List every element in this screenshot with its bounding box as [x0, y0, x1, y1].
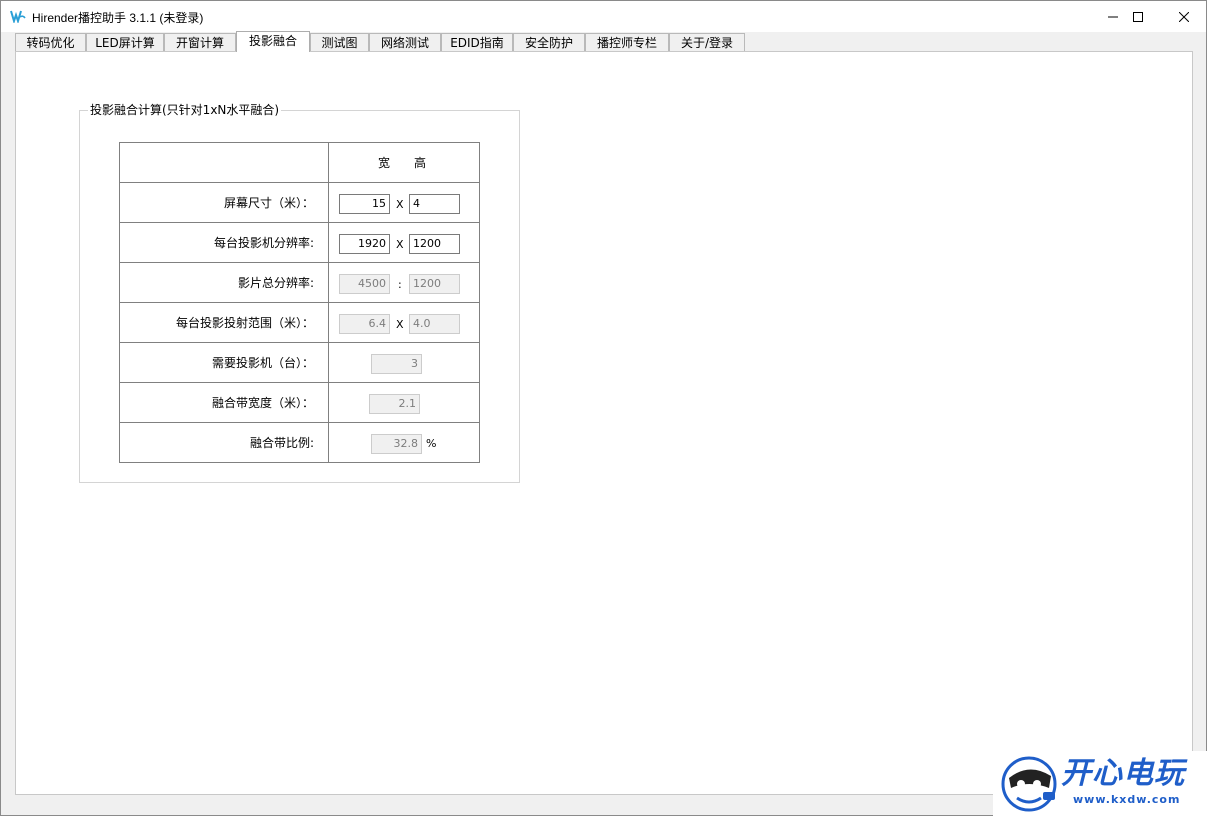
total-res-height-output: 1200 — [409, 274, 460, 294]
separator: X — [396, 318, 404, 331]
label-screen-size: 屏幕尺寸（米）： — [223, 196, 314, 210]
tab-projection-blend[interactable]: 投影融合 — [236, 31, 310, 52]
label-projector-resolution: 每台投影机分辨率: — [213, 236, 314, 250]
title-bar[interactable]: Hirender播控助手 3.1.1 (未登录) — [1, 1, 1206, 32]
label-total-resolution: 影片总分辨率: — [237, 276, 314, 290]
projector-res-width-input[interactable]: 1920 — [339, 234, 390, 254]
percent-unit: % — [426, 437, 437, 450]
row-divider — [120, 182, 479, 183]
label-projection-range: 每台投影投射范围（米）： — [175, 316, 314, 330]
mascot-logo-icon — [1001, 756, 1057, 812]
hirender-app-icon — [10, 10, 26, 23]
close-button[interactable] — [1161, 1, 1207, 32]
watermark-title: 开心电玩 — [1061, 756, 1185, 791]
label-blend-width: 融合带宽度（米）： — [211, 396, 314, 410]
screen-width-input[interactable]: 15 — [339, 194, 390, 214]
tab-security[interactable]: 安全防护 — [513, 33, 585, 52]
label-blend-ratio: 融合带比例: — [249, 436, 314, 450]
site-watermark: 开心电玩 www.kxdw.com — [993, 751, 1207, 816]
label-projector-count: 需要投影机（台）： — [211, 356, 314, 370]
tab-edid-guide[interactable]: EDID指南 — [441, 33, 513, 52]
range-height-output: 4.0 — [409, 314, 460, 334]
tab-operator-column[interactable]: 播控师专栏 — [585, 33, 669, 52]
tab-panel-projection-blend: 投影融合计算(只针对1xN水平融合) 宽 高 屏幕尺寸（米）： 15 X 4 每… — [15, 51, 1193, 795]
blend-calc-table: 宽 高 屏幕尺寸（米）： 15 X 4 每台投影机分辨率: 1920 X 120… — [119, 142, 480, 463]
separator: : — [398, 278, 402, 291]
row-divider — [120, 342, 479, 343]
separator: X — [396, 198, 404, 211]
close-icon — [1179, 11, 1189, 22]
projector-count-output: 3 — [371, 354, 422, 374]
total-res-width-output: 4500 — [339, 274, 390, 294]
tab-led-calc[interactable]: LED屏计算 — [86, 33, 164, 52]
separator: X — [396, 238, 404, 251]
range-width-output: 6.4 — [339, 314, 390, 334]
projector-res-height-input[interactable]: 1200 — [409, 234, 460, 254]
header-height: 高 — [414, 156, 427, 170]
maximize-button[interactable] — [1115, 1, 1161, 32]
blend-width-output: 2.1 — [369, 394, 420, 414]
tab-transcode[interactable]: 转码优化 — [15, 33, 86, 52]
tab-test-pattern[interactable]: 测试图 — [310, 33, 369, 52]
tab-strip: 转码优化 LED屏计算 开窗计算 投影融合 测试图 网络测试 EDID指南 安全… — [15, 31, 915, 52]
row-divider — [120, 382, 479, 383]
tab-network-test[interactable]: 网络测试 — [369, 33, 441, 52]
watermark-url: www.kxdw.com — [1073, 793, 1181, 806]
maximize-icon — [1133, 11, 1143, 22]
blend-ratio-output: 32.8 — [371, 434, 422, 454]
app-window: Hirender播控助手 3.1.1 (未登录) 转码优化 LED屏计算 开窗计… — [0, 0, 1207, 816]
row-divider — [120, 422, 479, 423]
screen-height-input[interactable]: 4 — [409, 194, 460, 214]
tab-about-login[interactable]: 关于/登录 — [669, 33, 745, 52]
row-divider — [120, 222, 479, 223]
row-divider — [120, 262, 479, 263]
header-width: 宽 — [378, 156, 391, 170]
blend-calc-groupbox: 投影融合计算(只针对1xN水平融合) 宽 高 屏幕尺寸（米）： 15 X 4 每… — [79, 103, 520, 483]
row-divider — [120, 302, 479, 303]
tab-window-calc[interactable]: 开窗计算 — [164, 33, 236, 52]
window-title: Hirender播控助手 3.1.1 (未登录) — [32, 11, 204, 25]
groupbox-title: 投影融合计算(只针对1xN水平融合) — [88, 103, 282, 117]
